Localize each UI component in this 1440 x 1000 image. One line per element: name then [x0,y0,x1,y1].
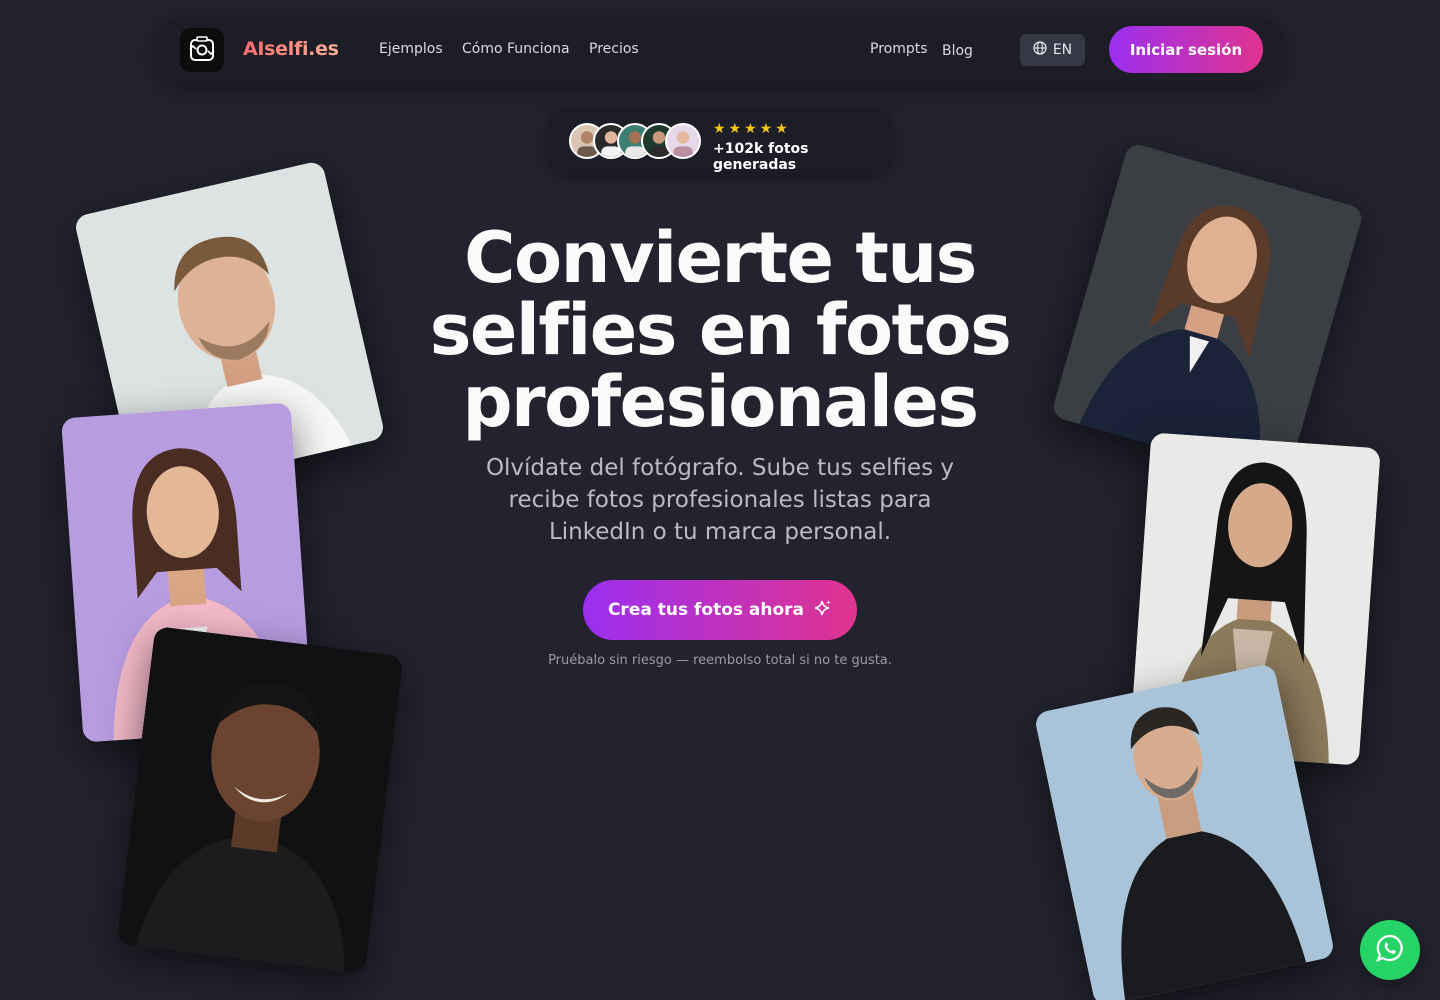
login-button[interactable]: Iniciar sesión [1109,26,1263,73]
avatar [665,123,701,159]
brand-name[interactable]: AIselfi.es [243,38,339,60]
hero-title-line: selfies en fotos [429,289,1012,371]
nav-link-ejemplos[interactable]: Ejemplos [379,41,443,57]
language-button[interactable]: EN [1020,34,1085,66]
create-photos-button[interactable]: Crea tus fotos ahora [583,580,857,640]
hero-title: Convierte tus selfies en fotos profesion… [420,222,1020,438]
nav-link-como-funciona[interactable]: Cómo Funciona [462,41,570,57]
nav-link-prompts[interactable]: Prompts [870,41,928,57]
hero-title-line: profesionales [462,361,979,443]
example-photo-woman-navy-blazer [1050,141,1365,484]
cta-label: Crea tus fotos ahora [607,600,805,620]
nav-link-blog[interactable]: Blog [942,43,973,59]
whatsapp-button[interactable] [1360,920,1420,980]
example-photo-man-black-shirt [116,625,404,975]
globe-icon [1033,41,1047,59]
camera-logo-icon[interactable] [180,28,224,72]
nav-link-precios[interactable]: Precios [589,41,639,57]
rating-stars-icon: ★★★★★ [713,121,791,137]
photos-generated-count: +102k fotos generadas [713,141,809,173]
hero-title-line: Convierte tus [464,217,977,299]
language-label: EN [1052,42,1073,58]
hero-subtitle: Olvídate del fotógrafo. Sube tus selfies… [485,455,955,545]
social-proof-badge: ★★★★★ +102k fotos generadas [549,110,891,173]
risk-free-note: Pruébalo sin riesgo — reembolso total si… [548,653,892,668]
sparkle-icon [814,599,832,622]
top-navbar: AIselfi.es Ejemplos Cómo Funciona Precio… [152,16,1286,84]
whatsapp-icon [1375,933,1405,967]
